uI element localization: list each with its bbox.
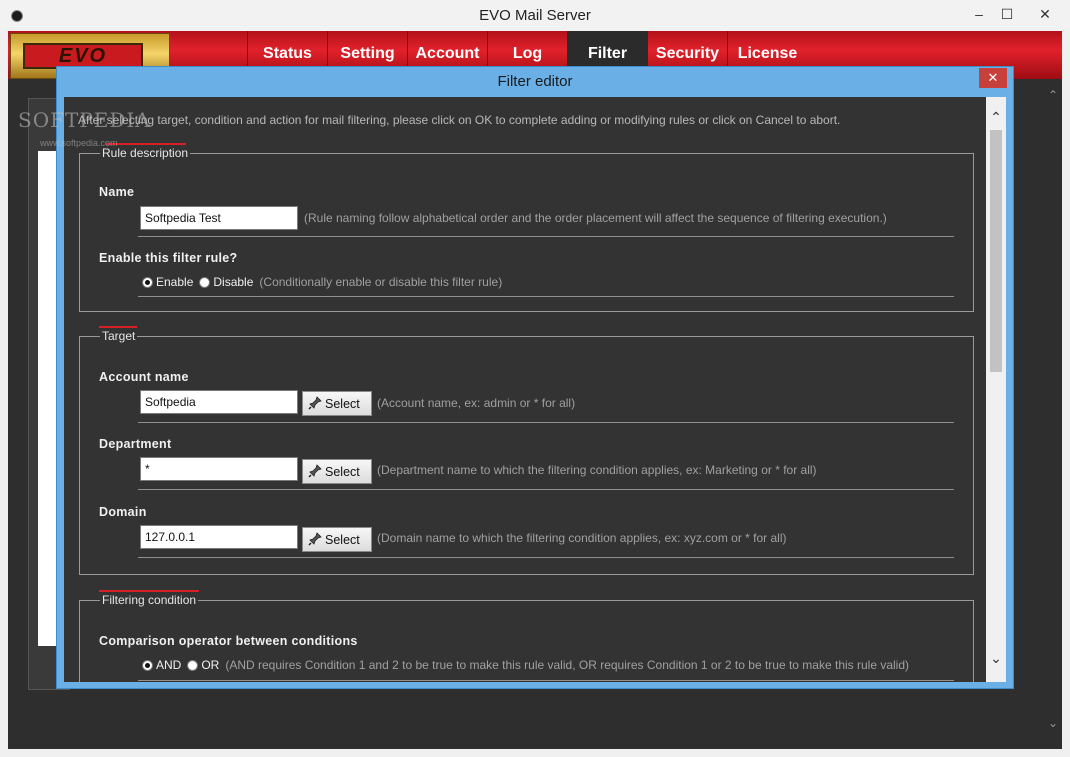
section-accent-line [106, 143, 186, 145]
operator-radio-group: AND OR (AND requires Condition 1 and 2 t… [142, 658, 909, 672]
chevron-down-icon[interactable]: ⌄ [1044, 716, 1062, 730]
and-radio[interactable] [142, 659, 153, 671]
filter-editor-dialog: Filter editor ✕ After selecting target, … [56, 66, 1014, 689]
or-radio[interactable] [187, 659, 199, 671]
chevron-up-icon[interactable]: ⌃ [986, 109, 1006, 126]
filtering-condition-section: Filtering condition Comparison operator … [79, 593, 974, 682]
domain-label: Domain [99, 505, 147, 519]
close-button[interactable]: ✕ [1022, 3, 1068, 25]
name-hint: (Rule naming follow alphabetical order a… [304, 211, 887, 225]
account-name-input[interactable]: Softpedia [140, 390, 298, 414]
minimize-button[interactable]: – [964, 3, 994, 25]
section-accent-line [99, 326, 137, 328]
dialog-scrollbar[interactable]: ⌃ ⌄ [986, 97, 1006, 682]
enable-radio-group: Enable Disable (Conditionally enable or … [142, 275, 502, 289]
scroll-thumb[interactable] [990, 130, 1002, 372]
dialog-body: After selecting target, condition and ac… [64, 97, 986, 682]
account-select-button[interactable]: Select [302, 391, 372, 416]
name-input[interactable]: Softpedia Test [140, 206, 298, 230]
and-option-label[interactable]: AND [156, 658, 181, 672]
chevron-down-icon[interactable]: ⌄ [986, 650, 1006, 667]
background-scrollbar[interactable]: ⌃ ⌄ [1044, 88, 1062, 738]
select-label: Select [325, 397, 360, 411]
account-hint: (Account name, ex: admin or * for all) [377, 396, 576, 410]
department-input[interactable]: * [140, 457, 298, 481]
divider [138, 680, 954, 681]
section-legend: Filtering condition [100, 593, 199, 607]
department-hint: (Department name to which the filtering … [377, 463, 817, 477]
name-label: Name [99, 185, 135, 199]
domain-hint: (Domain name to which the filtering cond… [377, 531, 787, 545]
department-select-button[interactable]: Select [302, 459, 372, 484]
operator-label: Comparison operator between conditions [99, 634, 358, 648]
pushpin-icon [308, 532, 322, 546]
disable-radio[interactable] [199, 276, 211, 288]
enable-radio[interactable] [142, 276, 153, 288]
disable-option-label[interactable]: Disable [213, 275, 253, 289]
select-label: Select [325, 465, 360, 479]
divider [138, 236, 954, 237]
enable-hint: (Conditionally enable or disable this fi… [259, 275, 503, 289]
divider [138, 422, 954, 423]
section-legend: Rule description [100, 146, 191, 160]
divider [138, 489, 954, 490]
chevron-up-icon[interactable]: ⌃ [1044, 88, 1062, 102]
window-title: EVO Mail Server [479, 7, 591, 24]
divider [138, 296, 954, 297]
watermark: SOFTPEDIA [18, 108, 151, 132]
domain-input[interactable]: 127.0.0.1 [140, 525, 298, 549]
divider [138, 557, 954, 558]
enable-option-label[interactable]: Enable [156, 275, 193, 289]
or-option-label[interactable]: OR [201, 658, 219, 672]
section-legend: Target [100, 329, 138, 343]
rule-description-section: Rule description Name Softpedia Test (Ru… [79, 146, 974, 312]
operator-hint: (AND requires Condition 1 and 2 to be tr… [225, 658, 910, 672]
section-accent-line [99, 590, 199, 592]
maximize-button[interactable]: ☐ [992, 3, 1022, 25]
intro-text: After selecting target, condition and ac… [78, 113, 841, 127]
department-label: Department [99, 437, 172, 451]
select-label: Select [325, 533, 360, 547]
pushpin-icon [308, 464, 322, 478]
pushpin-icon [308, 396, 322, 410]
window-titlebar: EVO Mail Server – ☐ ✕ [0, 0, 1070, 31]
watermark-url: www.softpedia.com [40, 138, 118, 148]
domain-select-button[interactable]: Select [302, 527, 372, 552]
account-name-label: Account name [99, 370, 189, 384]
dialog-close-button[interactable]: ✕ [979, 68, 1007, 88]
dialog-title: Filter editor [497, 73, 573, 90]
target-section: Target Account name Softpedia Select (Ac… [79, 329, 974, 575]
enable-label: Enable this filter rule? [99, 251, 238, 265]
